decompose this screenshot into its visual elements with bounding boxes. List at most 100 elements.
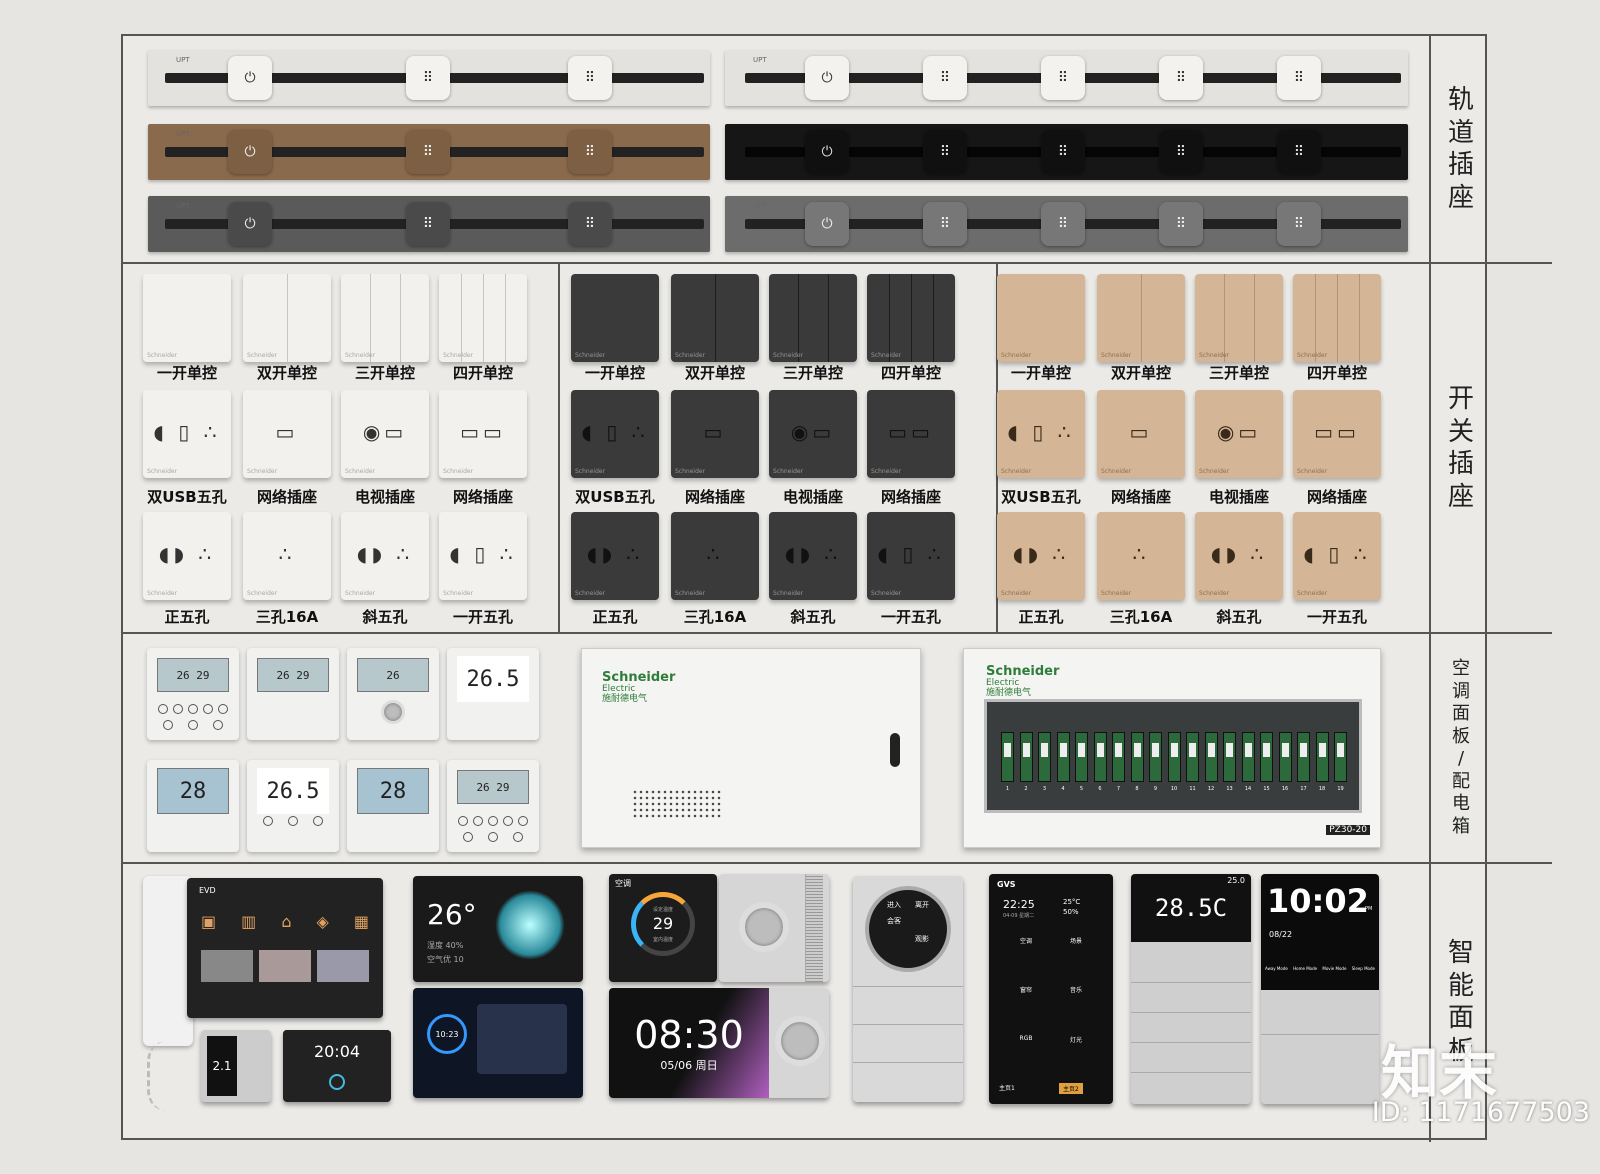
socket-panel[interactable]: ▭ Schneider — [243, 390, 331, 478]
gvs-menu-item[interactable]: 灯光 — [1051, 1035, 1101, 1066]
mode-button[interactable]: Movie Mode — [1322, 966, 1346, 971]
smart-panel-keypad[interactable]: 28.5C 25.0 — [1131, 874, 1251, 1104]
socket-panel[interactable]: ◖◗ ∴ Schneider — [769, 512, 857, 600]
ac-thermostat[interactable]: 26 29 — [447, 760, 539, 852]
circuit-breaker[interactable] — [1038, 732, 1051, 782]
gvs-menu-item[interactable]: 空调 — [1001, 936, 1051, 967]
switch-panel[interactable]: Schneider — [1195, 274, 1283, 362]
switch-panel[interactable]: Schneider — [867, 274, 955, 362]
smart-panel-time[interactable]: 08:30 05/06 周日 — [609, 988, 829, 1098]
socket-panel[interactable]: ◖ ▯ ∴ Schneider — [571, 390, 659, 478]
socket-panel[interactable]: ◖◗ ∴ Schneider — [341, 512, 429, 600]
socket-panel[interactable]: ◖◗ ∴ Schneider — [571, 512, 659, 600]
socket-panel[interactable]: ◖ ▯ ∴ Schneider — [867, 512, 955, 600]
switch-panel[interactable]: Schneider — [571, 274, 659, 362]
ac-thermostat[interactable]: 26 29 — [247, 648, 339, 740]
smart-panel-flower[interactable]: 26° 湿度 40% 空气优 10 — [413, 876, 583, 982]
ac-thermostat[interactable]: 26.5 — [447, 648, 539, 740]
socket-panel[interactable]: ◖ ▯ ∴ Schneider — [997, 390, 1085, 478]
gvs-menu-item[interactable]: RGB — [1001, 1035, 1051, 1066]
media-card[interactable] — [477, 1004, 567, 1074]
switch-panel[interactable]: Schneider — [341, 274, 429, 362]
socket-panel[interactable]: ▭▭ Schneider — [1293, 390, 1381, 478]
power-button[interactable]: ⏻ — [805, 130, 849, 174]
curtain-icon[interactable]: ▦ — [354, 912, 369, 931]
smart-panel-clock[interactable]: 20:04 — [283, 1030, 391, 1102]
smart-panel-modes[interactable]: 10:02 PM 08/22 Away Mode Home Mode Movie M… — [1261, 874, 1379, 1104]
door-handle[interactable] — [890, 733, 900, 767]
circuit-breaker[interactable] — [1186, 732, 1199, 782]
circuit-breaker[interactable] — [1056, 732, 1070, 782]
power-button[interactable]: ⏻ — [805, 56, 849, 100]
switch-panel[interactable]: Schneider — [439, 274, 527, 362]
socket-panel[interactable]: ∴ Schneider — [1097, 512, 1185, 600]
circuit-breaker[interactable] — [1315, 732, 1329, 782]
smart-panel-dashboard[interactable]: 10:23 — [413, 988, 583, 1098]
scene-watch[interactable]: 观影 — [915, 934, 929, 944]
circuit-breaker[interactable] — [1149, 732, 1162, 782]
socket-panel[interactable]: ◖ ▯ ∴ Schneider — [143, 390, 231, 478]
socket-panel[interactable]: ∴ Schneider — [671, 512, 759, 600]
power-button[interactable]: ⏻ — [228, 130, 272, 174]
circuit-breaker[interactable] — [1241, 732, 1255, 782]
circuit-breaker[interactable] — [1130, 732, 1144, 782]
switch-panel[interactable]: Schneider — [997, 274, 1085, 362]
circuit-breaker[interactable] — [1019, 732, 1033, 782]
circuit-breaker[interactable] — [1112, 732, 1125, 782]
scene-ring[interactable] — [865, 886, 951, 972]
gvs-menu-item[interactable]: 场景 — [1051, 936, 1101, 967]
socket-panel[interactable]: ▭▭ Schneider — [867, 390, 955, 478]
ac-thermostat[interactable]: 26 — [347, 648, 439, 740]
socket-panel[interactable]: ◉▭ Schneider — [1195, 390, 1283, 478]
home-icon[interactable]: ⌂ — [281, 912, 291, 931]
smart-panel-small[interactable]: 2.1 — [201, 1030, 271, 1102]
switch-panel[interactable]: Schneider — [1097, 274, 1185, 362]
circuit-breaker[interactable] — [1075, 732, 1088, 782]
switch-panel[interactable]: Schneider — [769, 274, 857, 362]
switch-panel[interactable]: Schneider — [143, 274, 231, 362]
circuit-breaker[interactable] — [1093, 732, 1107, 782]
socket-panel[interactable]: ◉▭ Schneider — [769, 390, 857, 478]
scene-icon[interactable]: ▣ — [201, 912, 216, 931]
mode-button[interactable]: Sleep Mode — [1352, 966, 1375, 971]
mode-button[interactable]: Away Mode — [1265, 966, 1288, 971]
circuit-breaker[interactable] — [1223, 732, 1236, 782]
circuit-breaker[interactable] — [1278, 732, 1292, 782]
socket-panel[interactable]: ▭▭ Schneider — [439, 390, 527, 478]
socket-panel[interactable]: ◖◗ ∴ Schneider — [143, 512, 231, 600]
ac-thermostat[interactable]: 28 — [347, 760, 439, 852]
smart-panel-ac[interactable]: 空调 29 设定温度 室内温度 — [609, 874, 717, 982]
security-icon[interactable]: ◈ — [317, 912, 329, 931]
mode-button[interactable]: Home Mode — [1293, 966, 1317, 971]
power-button[interactable]: ⏻ — [228, 202, 272, 246]
switch-panel[interactable]: Schneider — [671, 274, 759, 362]
switch-panel[interactable]: Schneider — [1293, 274, 1381, 362]
circuit-breaker[interactable] — [1204, 732, 1218, 782]
circuit-breaker[interactable] — [1334, 732, 1347, 782]
circuit-breaker[interactable] — [1167, 732, 1181, 782]
gvs-menu-item[interactable]: 窗帘 — [1001, 985, 1051, 1016]
socket-panel[interactable]: ◖ ▯ ∴ Schneider — [1293, 512, 1381, 600]
slider-strip[interactable] — [805, 874, 823, 982]
circuit-breaker[interactable] — [1260, 732, 1273, 782]
switch-panel[interactable]: Schneider — [243, 274, 331, 362]
smart-panel-gvs[interactable]: GVS 22:25 04-09 星期二 25°C 50% 空调 场景 窗帘 音乐 RGB… — [989, 874, 1113, 1104]
socket-panel[interactable]: ▭ Schneider — [1097, 390, 1185, 478]
socket-panel[interactable]: ◖◗ ∴ Schneider — [997, 512, 1085, 600]
power-button[interactable]: ⏻ — [805, 202, 849, 246]
socket-panel[interactable]: ▭ Schneider — [671, 390, 759, 478]
socket-panel[interactable]: ∴ Schneider — [243, 512, 331, 600]
power-icon[interactable] — [329, 1074, 345, 1090]
socket-panel[interactable]: ◖ ▯ ∴ Schneider — [439, 512, 527, 600]
knob-panel[interactable] — [719, 874, 829, 982]
socket-panel[interactable]: ◉▭ Schneider — [341, 390, 429, 478]
gvs-menu-item[interactable]: 音乐 — [1051, 985, 1101, 1016]
smart-panel-evd[interactable]: EVD ▣ ▥ ⌂ ◈ ▦ — [187, 878, 383, 1018]
scene-enter[interactable]: 进入 — [887, 900, 901, 910]
scene-leave[interactable]: 离开 — [915, 900, 929, 910]
tab-home2[interactable]: 主页2 — [1059, 1083, 1083, 1094]
ac-thermostat[interactable]: 28 — [147, 760, 239, 852]
circuit-breaker[interactable] — [1297, 732, 1310, 782]
power-button[interactable]: ⏻ — [228, 56, 272, 100]
light-icon[interactable]: ▥ — [241, 912, 256, 931]
